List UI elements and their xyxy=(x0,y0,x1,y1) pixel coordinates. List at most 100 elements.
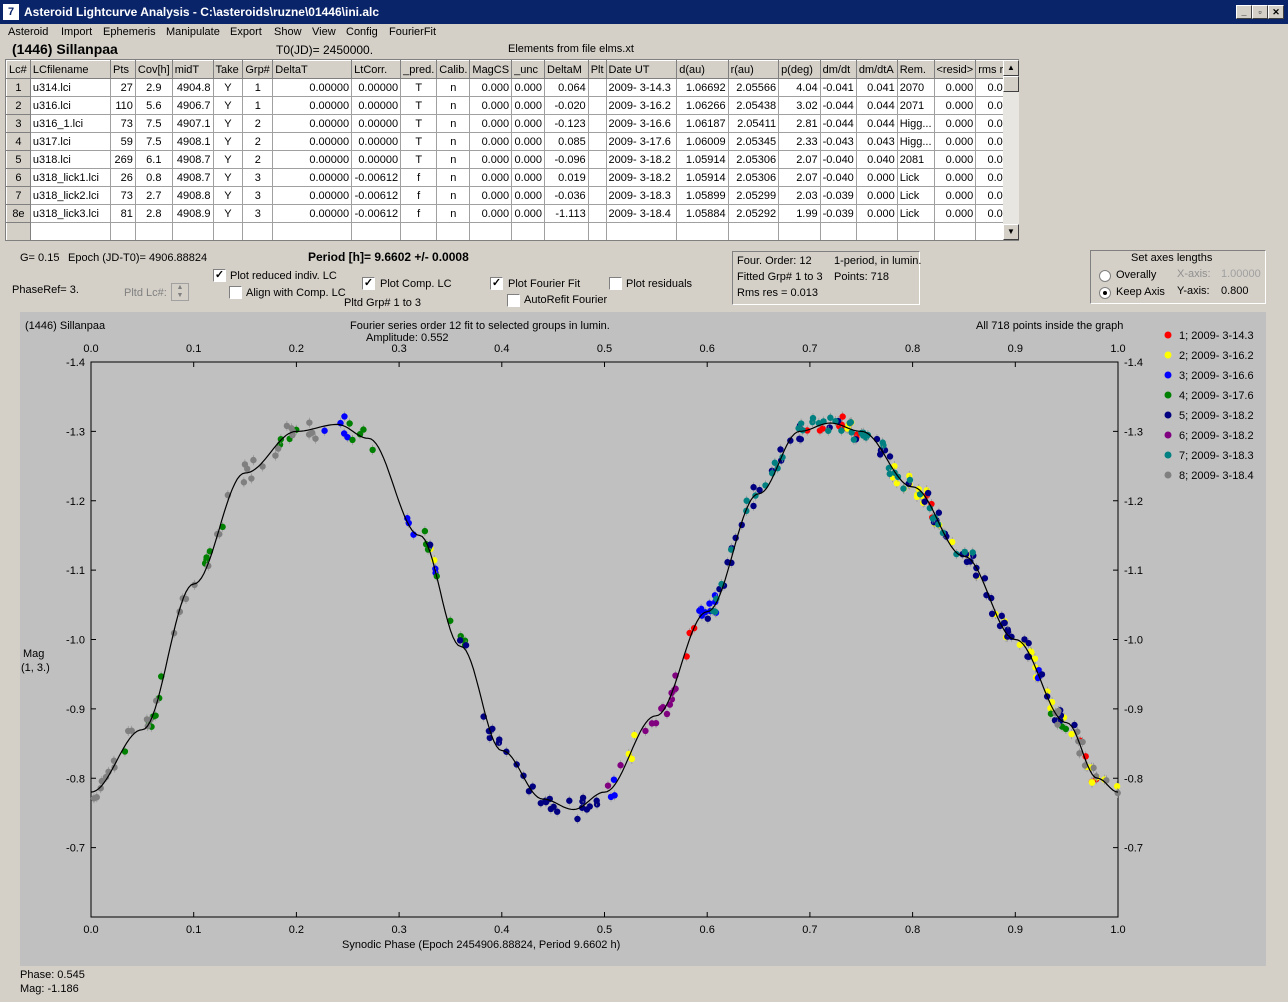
table-cell[interactable]: 0.000 xyxy=(855,186,898,205)
table-cell[interactable]: -0.044 xyxy=(819,114,857,133)
table-cell[interactable]: 1.05899 xyxy=(676,186,729,205)
table-cell[interactable]: Lick xyxy=(896,204,935,223)
table-cell[interactable]: 5.6 xyxy=(134,96,173,115)
table-cell[interactable]: Higg... xyxy=(896,114,935,133)
table-cell[interactable]: 4907.1 xyxy=(171,114,214,133)
table-cell[interactable]: 0.044 xyxy=(855,96,898,115)
table-cell[interactable] xyxy=(587,168,607,187)
table-cell[interactable]: 2.8 xyxy=(134,204,173,223)
table-cell[interactable]: 0.00000 xyxy=(351,132,402,151)
menu-view[interactable]: View xyxy=(312,26,336,38)
table-cell[interactable]: u314.lci xyxy=(29,78,112,97)
table-cell[interactable]: 81 xyxy=(110,204,136,223)
table-cell[interactable]: 0.000 xyxy=(469,204,513,223)
menu-export[interactable]: Export xyxy=(230,26,262,38)
table-cell[interactable] xyxy=(933,222,977,240)
table-cell[interactable]: 2009- 3-18.2 xyxy=(605,168,678,187)
keep-axis-radio[interactable] xyxy=(1099,287,1111,299)
table-cell[interactable]: 0.00000 xyxy=(272,78,353,97)
table-row[interactable]: 4 u317.lci 59 7.5 4908.1 Y 2 0.00000 0.00000 Tn 0.… xyxy=(6,132,1018,151)
table-cell[interactable]: Y xyxy=(212,78,244,97)
table-cell[interactable]: 1.05914 xyxy=(676,168,729,187)
table-cell[interactable]: Y xyxy=(212,186,244,205)
table-cell[interactable] xyxy=(896,222,935,240)
plot-residuals-checkbox[interactable] xyxy=(609,277,622,290)
table-cell[interactable]: 0.064 xyxy=(544,78,589,97)
table-cell[interactable]: 0.000 xyxy=(469,186,513,205)
table-row[interactable]: 2 u316.lci 110 5.6 4906.7 Y 1 0.00000 0.00000 Tn 0… xyxy=(6,96,1018,115)
close-button[interactable]: ✕ xyxy=(1268,5,1284,19)
table-cell[interactable]: 0.000 xyxy=(933,150,977,169)
table-cell[interactable]: 59 xyxy=(110,132,136,151)
table-cell[interactable]: 2.05566 xyxy=(727,78,780,97)
table-cell[interactable]: 1.06692 xyxy=(676,78,729,97)
table-cell[interactable]: n xyxy=(436,168,471,187)
table-cell[interactable]: 2.33 xyxy=(778,132,821,151)
table-cell[interactable]: 0.00000 xyxy=(351,78,402,97)
table-cell[interactable] xyxy=(212,222,244,240)
menu-show[interactable]: Show xyxy=(274,26,302,38)
column-header[interactable]: d(au) xyxy=(676,60,729,79)
table-cell[interactable]: 0.000 xyxy=(855,204,898,223)
table-cell[interactable]: Y xyxy=(212,204,244,223)
pltd-lc-spinner[interactable]: ▲ ▼ xyxy=(171,283,189,301)
table-cell[interactable]: 0.000 xyxy=(511,78,546,97)
table-cell[interactable]: 27 xyxy=(110,78,136,97)
table-cell[interactable]: T xyxy=(400,96,438,115)
table-cell[interactable]: 1 xyxy=(242,96,274,115)
menu-import[interactable]: Import xyxy=(61,26,92,38)
table-cell[interactable]: 2 xyxy=(242,114,274,133)
table-cell[interactable]: u316.lci xyxy=(29,96,112,115)
table-cell[interactable]: 1 xyxy=(6,78,31,97)
table-cell[interactable]: -0.041 xyxy=(819,78,857,97)
table-cell[interactable]: 2009- 3-16.6 xyxy=(605,114,678,133)
table-cell[interactable]: 0.00000 xyxy=(272,114,353,133)
table-cell[interactable]: 0.00000 xyxy=(272,168,353,187)
table-cell[interactable] xyxy=(587,96,607,115)
table-cell[interactable]: 2009- 3-18.4 xyxy=(605,204,678,223)
table-cell[interactable]: 0.040 xyxy=(855,150,898,169)
table-cell[interactable]: 0.000 xyxy=(511,204,546,223)
table-cell[interactable]: 1.06266 xyxy=(676,96,729,115)
table-cell[interactable]: 2.7 xyxy=(134,186,173,205)
column-header[interactable]: DeltaM xyxy=(544,60,589,79)
table-cell[interactable]: 0.000 xyxy=(933,204,977,223)
table-cell[interactable] xyxy=(544,222,589,240)
table-cell[interactable]: 0.000 xyxy=(933,96,977,115)
table-cell[interactable]: 0.044 xyxy=(855,114,898,133)
column-header[interactable]: Grp# xyxy=(242,60,274,79)
plot-reduced-checkbox[interactable]: ✓ xyxy=(213,269,226,282)
table-cell[interactable]: 0.8 xyxy=(134,168,173,187)
table-cell[interactable]: 2.05345 xyxy=(727,132,780,151)
table-cell[interactable] xyxy=(242,222,274,240)
scroll-down-icon[interactable]: ▼ xyxy=(1003,224,1019,240)
table-cell[interactable]: 1.06009 xyxy=(676,132,729,151)
column-header[interactable]: Rem. xyxy=(896,60,935,79)
table-cell[interactable]: 8e xyxy=(6,204,31,223)
lightcurve-table[interactable]: Lc# LCfilename Pts Cov[h] midT Take Grp# DeltaT… xyxy=(5,59,1019,241)
table-cell[interactable]: Higg... xyxy=(896,132,935,151)
table-cell[interactable]: 2009- 3-18.2 xyxy=(605,150,678,169)
table-cell[interactable]: 0.00000 xyxy=(351,114,402,133)
table-scrollbar[interactable]: ▲ ▼ xyxy=(1003,60,1019,240)
table-cell[interactable]: -0.040 xyxy=(819,150,857,169)
table-cell[interactable] xyxy=(587,78,607,97)
table-cell[interactable]: 2009- 3-18.3 xyxy=(605,186,678,205)
table-cell[interactable] xyxy=(587,114,607,133)
column-header[interactable]: LtCorr. xyxy=(351,60,402,79)
table-cell[interactable]: 0.00000 xyxy=(351,150,402,169)
table-cell[interactable]: 3 xyxy=(242,204,274,223)
table-cell[interactable]: 7.5 xyxy=(134,114,173,133)
table-cell[interactable] xyxy=(587,222,607,240)
table-cell[interactable]: 0.000 xyxy=(511,186,546,205)
table-cell[interactable]: T xyxy=(400,78,438,97)
table-cell[interactable]: 4908.7 xyxy=(171,150,214,169)
scroll-thumb[interactable] xyxy=(1003,76,1019,92)
autorefit-checkbox[interactable] xyxy=(507,294,520,307)
table-cell[interactable] xyxy=(778,222,821,240)
table-cell[interactable]: n xyxy=(436,78,471,97)
table-cell[interactable]: 1.06187 xyxy=(676,114,729,133)
menu-ephemeris[interactable]: Ephemeris xyxy=(103,26,156,38)
table-cell[interactable]: 73 xyxy=(110,186,136,205)
table-cell[interactable]: 2009- 3-14.3 xyxy=(605,78,678,97)
